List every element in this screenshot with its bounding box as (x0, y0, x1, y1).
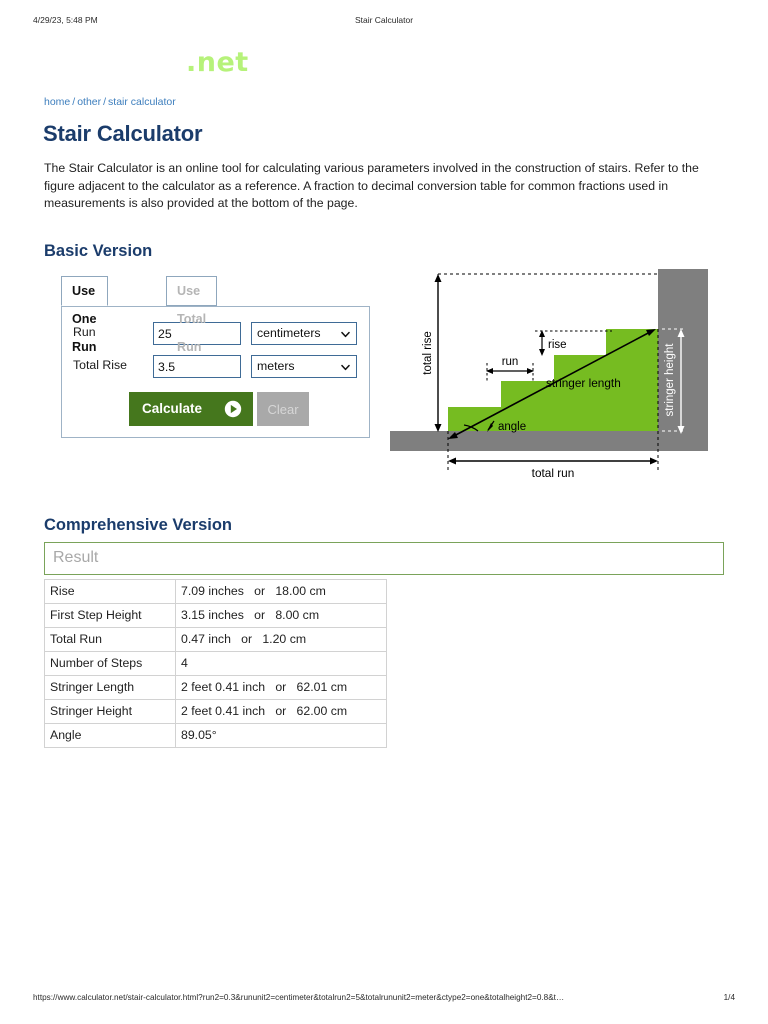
result-value: 0.47 inch or 1.20 cm (175, 627, 387, 652)
breadcrumb-separator-2: / (103, 96, 107, 108)
diagram-label-rise: rise (548, 339, 567, 351)
result-key: Rise (44, 579, 176, 604)
run-unit-value: centimeters (257, 326, 321, 340)
site-logo[interactable]: .net (186, 47, 249, 78)
breadcrumb-item-home[interactable]: home (44, 96, 70, 108)
clear-button[interactable]: Clear (257, 392, 309, 426)
table-row: Stringer Height 2 feet 0.41 inch or 62.0… (44, 699, 387, 724)
run-unit-select[interactable]: centimeters (251, 322, 357, 345)
table-row: Rise 7.09 inches or 18.00 cm (44, 579, 387, 604)
page-title: Stair Calculator (43, 121, 203, 146)
diagram-label-total-rise: total rise (422, 331, 434, 374)
table-row: First Step Height 3.15 inches or 8.00 cm (44, 603, 387, 628)
result-value: 89.05° (175, 723, 387, 748)
play-icon (224, 400, 242, 418)
result-value: 3.15 inches or 8.00 cm (175, 603, 387, 628)
print-title: Stair Calculator (354, 15, 414, 25)
result-key: Total Run (44, 627, 176, 652)
diagram-label-stringer-height: stringer height (664, 343, 676, 417)
breadcrumb: home / other / stair calculator (44, 96, 176, 108)
result-placeholder: Result (53, 549, 99, 566)
diagram-label-stringer-length: stringer length (546, 376, 621, 390)
calculate-button-label: Calculate (142, 401, 203, 416)
breadcrumb-separator-1: / (72, 96, 76, 108)
table-row: Total Run 0.47 inch or 1.20 cm (44, 627, 387, 652)
stair-diagram: total rise rise run stringer length angl… (390, 265, 708, 480)
print-header: 4/29/23, 5:48 PM Stair Calculator (0, 15, 768, 29)
result-key: Stringer Height (44, 699, 176, 724)
intro-paragraph: The Stair Calculator is an online tool f… (44, 161, 699, 210)
result-key: Number of Steps (44, 651, 176, 676)
total-rise-unit-select[interactable]: meters (251, 355, 357, 378)
result-value: 2 feet 0.41 inch or 62.01 cm (175, 675, 387, 700)
breadcrumb-item-current[interactable]: stair calculator (108, 96, 176, 108)
table-row: Angle 89.05° (44, 723, 387, 748)
result-value: 4 (175, 651, 387, 676)
calculator-panel: Use One Run Use Total Run Run centimeter… (61, 276, 372, 440)
section-heading-comprehensive: Comprehensive Version (44, 516, 232, 534)
tab-use-one-run[interactable]: Use One Run (61, 276, 108, 354)
breadcrumb-item-other[interactable]: other (77, 96, 101, 108)
tab-use-total-run[interactable]: Use Total Run (166, 276, 218, 354)
diagram-label-run: run (502, 356, 519, 368)
print-footer: https://www.calculator.net/stair-calcula… (0, 993, 768, 1007)
diagram-label-total-run: total run (532, 466, 575, 480)
footer-url: https://www.calculator.net/stair-calcula… (33, 993, 565, 1002)
calculate-button[interactable]: Calculate (129, 392, 253, 426)
result-key: First Step Height (44, 603, 176, 628)
footer-page-number: 1/4 (723, 993, 735, 1002)
result-box[interactable]: Result (44, 542, 724, 575)
table-row: Number of Steps 4 (44, 651, 387, 676)
diagram-floor (390, 431, 658, 451)
chevron-down-icon (341, 328, 350, 338)
calculator-body: Run centimeters Total Rise meters Calcul… (61, 306, 370, 438)
chevron-down-icon (341, 361, 350, 371)
result-key: Stringer Length (44, 675, 176, 700)
result-key: Angle (44, 723, 176, 748)
total-rise-unit-value: meters (257, 359, 295, 373)
result-value: 7.09 inches or 18.00 cm (175, 579, 387, 604)
result-value: 2 feet 0.41 inch or 62.00 cm (175, 699, 387, 724)
diagram-label-angle: angle (498, 421, 526, 433)
table-row: Stringer Length 2 feet 0.41 inch or 62.0… (44, 675, 387, 700)
results-table: Rise 7.09 inches or 18.00 cm First Step … (44, 579, 387, 748)
section-heading-basic: Basic Version (44, 242, 153, 260)
